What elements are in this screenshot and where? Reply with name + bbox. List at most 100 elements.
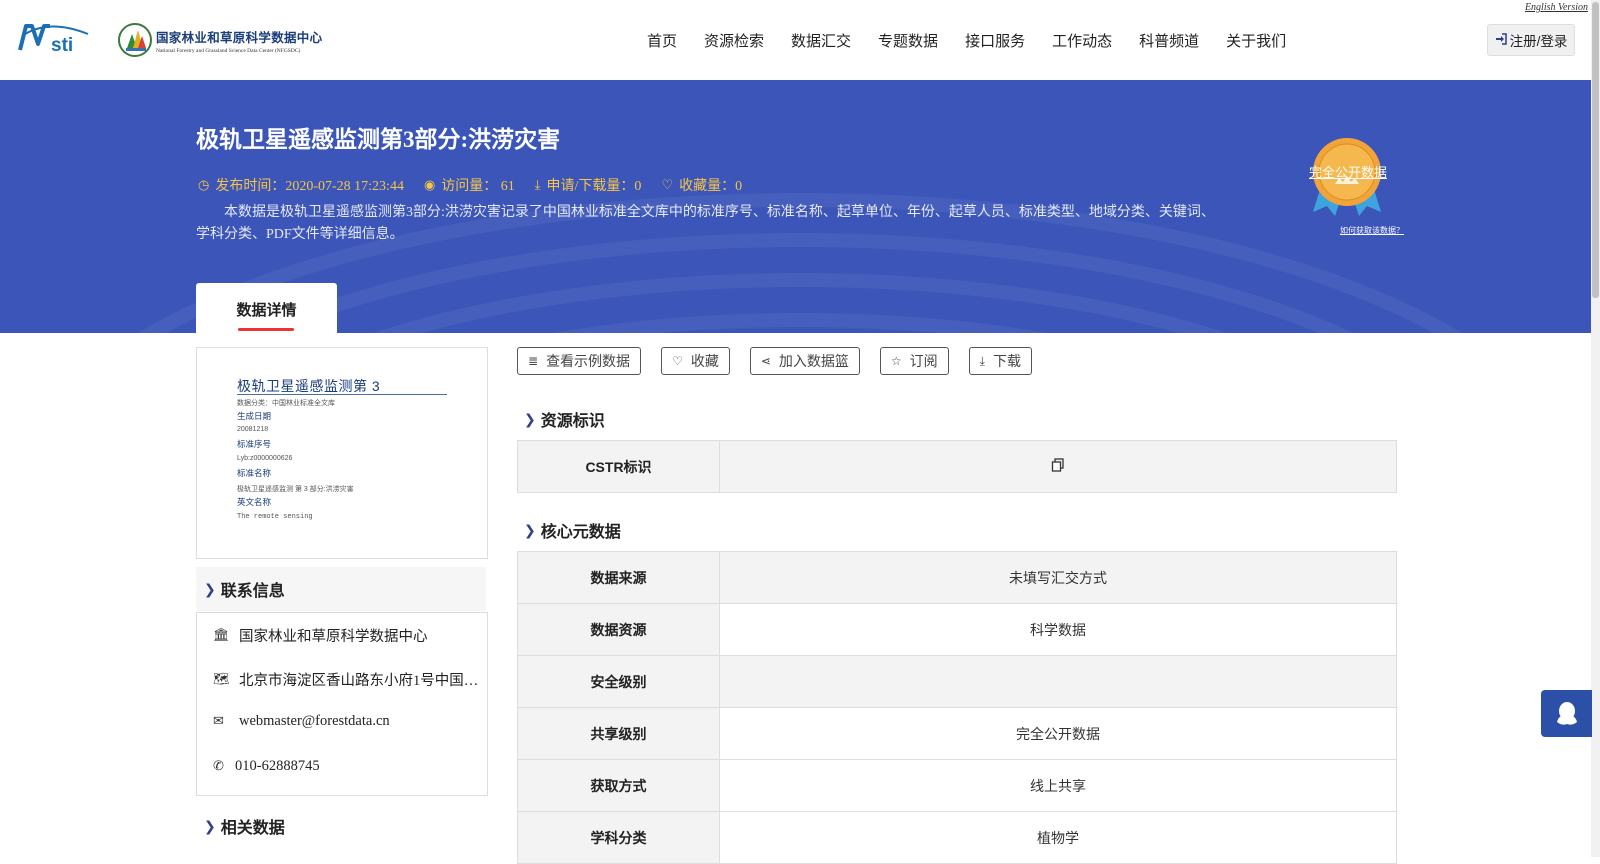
nav-science-channel[interactable]: 科普频道 xyxy=(1139,30,1199,51)
contact-org-text: 国家林业和草原科学数据中心 xyxy=(239,629,428,645)
view-sample-data-button[interactable]: ≣ 查看示例数据 xyxy=(517,347,642,375)
download-count: ⤓ 申请/下载量：0 xyxy=(535,175,642,195)
view-sample-label: 查看示例数据 xyxy=(546,353,631,369)
nav-data-submission[interactable]: 数据汇交 xyxy=(791,30,851,51)
nav-topic-data[interactable]: 专题数据 xyxy=(878,30,938,51)
tab-data-details[interactable]: 数据详情 xyxy=(196,283,337,333)
publish-time-text: 发布时间：2020-07-28 17:23:44 xyxy=(215,179,404,194)
resource-id-title: 资源标识 xyxy=(540,413,605,430)
add-to-basket-label: 加入数据篮 xyxy=(778,353,849,369)
map-icon: 🗺 xyxy=(213,672,230,687)
sign-in-icon xyxy=(1495,32,1507,48)
dataset-thumbnail[interactable]: 极轨卫星遥感监测第 3 数据分类：中国林业标准全文库 生成日期 20081218… xyxy=(196,347,488,559)
how-to-get-data-link[interactable]: 如何获取该数据？ xyxy=(1340,225,1404,236)
metadata-value: 植物学 xyxy=(719,811,1397,864)
chevron-right-icon: ❯ xyxy=(524,521,536,538)
envelope-icon: ✉ xyxy=(213,714,224,729)
heart-icon: ♡ xyxy=(672,354,683,368)
metadata-value: 线上共享 xyxy=(719,759,1397,812)
tab-data-details-label: 数据详情 xyxy=(236,302,297,319)
chevron-right-icon: ❯ xyxy=(204,580,216,597)
nsti-logo[interactable]: sti xyxy=(18,20,98,61)
thumbnail-divider xyxy=(237,394,447,395)
favorite-button[interactable]: ♡ 收藏 xyxy=(661,347,730,375)
metadata-value: 完全公开数据 xyxy=(719,707,1397,760)
download-count-text: 申请/下载量：0 xyxy=(546,179,642,194)
contact-email: ✉ webmaster@forestdata.cn xyxy=(213,713,390,730)
table-row: 数据来源 未填写汇交方式 xyxy=(517,551,1397,604)
metadata-value: 未填写汇交方式 xyxy=(719,551,1397,604)
core-metadata-heading: ❯ 核心元数据 xyxy=(524,518,621,542)
subscribe-label: 订阅 xyxy=(909,353,938,369)
visit-count: ◉ 访问量： 61 xyxy=(424,175,515,195)
table-row: CSTR标识 xyxy=(517,440,1397,493)
eye-icon: ◉ xyxy=(423,177,436,193)
main-nav: 首页 资源检索 数据汇交 专题数据 接口服务 工作动态 科普频道 关于我们 xyxy=(647,30,1313,51)
favorite-count: ♡ 收藏量：0 xyxy=(661,175,742,195)
cstr-label: CSTR标识 xyxy=(517,440,720,493)
nav-news[interactable]: 工作动态 xyxy=(1052,30,1112,51)
metadata-value xyxy=(719,655,1397,708)
dataset-banner: 极轨卫星遥感监测第3部分:洪涝灾害 ◷ 发布时间：2020-07-28 17:2… xyxy=(0,80,1591,333)
visit-count-text: 访问量： 61 xyxy=(441,179,515,194)
contact-email-text[interactable]: webmaster@forestdata.cn xyxy=(239,713,390,730)
metadata-key: 数据资源 xyxy=(517,603,720,656)
clock-icon: ◷ xyxy=(198,177,210,193)
institution-icon: 🏛 xyxy=(213,628,230,643)
svg-text:sti: sti xyxy=(51,35,73,56)
nav-home[interactable]: 首页 xyxy=(647,30,677,51)
phone-icon: ✆ xyxy=(213,759,224,774)
core-metadata-title: 核心元数据 xyxy=(540,524,621,541)
badge-label: 完全公开数据 xyxy=(1308,165,1387,180)
heart-icon: ♡ xyxy=(661,177,674,193)
favorite-label: 收藏 xyxy=(690,353,719,369)
metadata-key: 安全级别 xyxy=(517,655,720,708)
contact-info-heading: ❯ 联系信息 xyxy=(196,567,486,611)
thumbnail-heading-2: 标准序号 xyxy=(237,439,272,449)
metadata-key: 数据来源 xyxy=(517,551,720,604)
thumbnail-value-1: 20081218 xyxy=(237,426,269,433)
top-header: English Version sti 国家林业和草原科学数据中心 Nation… xyxy=(0,0,1600,80)
contact-phone-text: 010-62888745 xyxy=(235,758,320,774)
english-version-link[interactable]: English Version xyxy=(1525,2,1588,13)
qq-chat-icon xyxy=(1556,701,1577,725)
dataset-description: 本数据是极轨卫星遥感监测第3部分:洪涝灾害记录了中国林业标准全文库中的标准序号、… xyxy=(196,205,1215,242)
scrollbar-thumb[interactable] xyxy=(1592,2,1599,298)
cstr-value-cell xyxy=(719,440,1397,493)
nav-api-service[interactable]: 接口服务 xyxy=(965,30,1025,51)
table-row: 学科分类 植物学 xyxy=(517,811,1397,864)
contact-org: 🏛 国家林业和草原科学数据中心 xyxy=(213,625,428,646)
related-data-heading: ❯ 相关数据 xyxy=(204,814,285,838)
publish-time: ◷ 发布时间：2020-07-28 17:23:44 xyxy=(198,175,404,195)
download-button[interactable]: ⤓ 下载 xyxy=(968,347,1032,375)
nav-about-us[interactable]: 关于我们 xyxy=(1226,30,1286,51)
thumbnail-value-2: Lyb:z0000000626 xyxy=(237,455,293,462)
table-row: 数据资源 科学数据 xyxy=(517,603,1397,656)
nav-resource-search[interactable]: 资源检索 xyxy=(704,30,764,51)
login-label: 注册/登录 xyxy=(1509,34,1568,49)
core-metadata-table: 数据来源 未填写汇交方式 数据资源 科学数据 安全级别 共享级别 完全公开数据 … xyxy=(517,551,1397,864)
action-toolbar: ≣ 查看示例数据 ♡ 收藏 ⋖ 加入数据篮 ☆ 订阅 ⤓ 下载 xyxy=(517,347,1052,375)
subscribe-button[interactable]: ☆ 订阅 xyxy=(879,347,949,375)
copy-icon[interactable] xyxy=(1051,458,1065,475)
thumbnail-heading-4: 英文名称 xyxy=(237,497,272,507)
contact-info-box: 🏛 国家林业和草原科学数据中心 🗺 北京市海淀区香山路东小府1号中国… ✉ we… xyxy=(196,612,488,796)
nfgsdc-emblem-icon xyxy=(118,23,152,57)
nfgsdc-logo[interactable]: 国家林业和草原科学数据中心 National Forestry and Gras… xyxy=(118,22,322,58)
contact-info-title: 联系信息 xyxy=(220,583,285,600)
center-name-en: National Forestry and Grassland Science … xyxy=(156,47,301,54)
thumbnail-value-4: The remote sensing xyxy=(237,513,313,521)
dataset-title: 极轨卫星遥感监测第3部分:洪涝灾害 xyxy=(196,127,561,152)
metadata-key: 共享级别 xyxy=(517,707,720,760)
dataset-meta: ◷ 发布时间：2020-07-28 17:23:44 ◉ 访问量： 61 ⤓ 申… xyxy=(198,175,762,195)
page-scrollbar[interactable] xyxy=(1591,0,1600,857)
resource-id-heading: ❯ 资源标识 xyxy=(524,407,605,431)
related-data-title: 相关数据 xyxy=(220,820,285,837)
add-to-basket-button[interactable]: ⋖ 加入数据篮 xyxy=(749,347,860,375)
metadata-key: 获取方式 xyxy=(517,759,720,812)
chat-float-button[interactable] xyxy=(1541,690,1592,737)
login-button[interactable]: 注册/登录 xyxy=(1487,24,1575,56)
share-icon: ⋖ xyxy=(760,354,771,368)
download-icon: ⤓ xyxy=(534,177,541,193)
chevron-right-icon: ❯ xyxy=(524,410,536,427)
